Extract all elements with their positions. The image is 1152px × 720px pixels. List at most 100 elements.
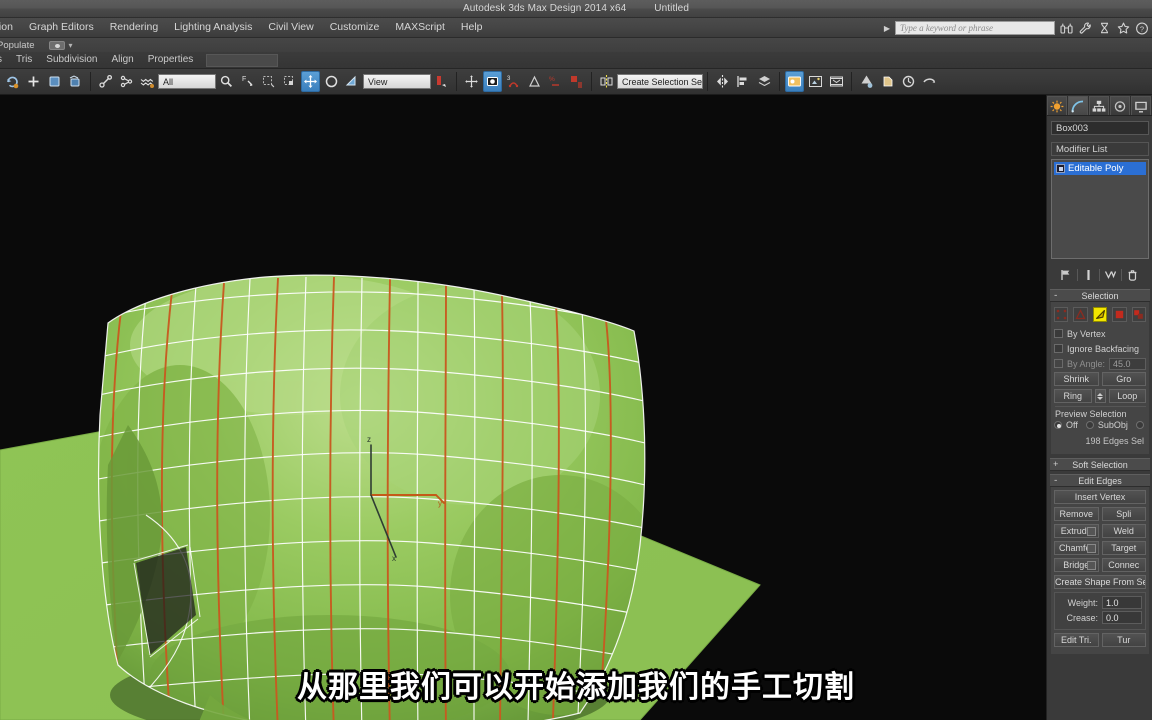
use-pivot-point-center-icon[interactable] xyxy=(432,71,451,92)
by-vertex-checkbox[interactable]: By Vertex xyxy=(1054,327,1146,340)
show-end-result-icon[interactable] xyxy=(1080,268,1097,283)
select-and-rotate-icon[interactable] xyxy=(322,71,341,92)
edge-icon[interactable] xyxy=(1073,307,1088,322)
chamfer-button[interactable]: Chamfer xyxy=(1054,541,1099,555)
create-shape-from-selection-button[interactable]: Create Shape From Sele xyxy=(1054,575,1146,589)
select-by-name-icon[interactable] xyxy=(117,71,136,92)
polygon-icon[interactable] xyxy=(1112,307,1127,322)
target-weld-button[interactable]: Target xyxy=(1101,541,1146,555)
display-tab[interactable] xyxy=(1131,96,1151,115)
weld-button[interactable]: Weld xyxy=(1101,524,1146,538)
ribbon-tab-s[interactable]: s xyxy=(0,52,9,68)
ignore-backfacing-checkbox-box[interactable] xyxy=(1054,344,1063,353)
chamfer-settings-icon[interactable] xyxy=(1086,544,1096,553)
modify-tab[interactable] xyxy=(1068,96,1088,115)
shrink-button[interactable]: Shrink xyxy=(1054,372,1099,386)
preview-multi-radio[interactable] xyxy=(1135,421,1144,429)
viewport-perspective[interactable]: z y x xyxy=(0,95,1046,720)
search-input[interactable]: Type a keyword or phrase xyxy=(895,21,1055,35)
render-active-view-icon[interactable] xyxy=(899,71,918,92)
edit-named-selection-icon[interactable] xyxy=(567,71,586,92)
connect-button[interactable]: Connec xyxy=(1101,558,1146,572)
light-bulb-icon[interactable] xyxy=(1056,164,1065,173)
split-button[interactable]: Spli xyxy=(1101,507,1146,521)
extrude-button[interactable]: Extrude xyxy=(1054,524,1099,538)
bind-to-space-warp-icon[interactable] xyxy=(66,71,85,92)
by-angle-checkbox-row[interactable]: By Angle: 45.0 xyxy=(1054,357,1146,370)
selection-rollout-toggle[interactable]: - xyxy=(1053,290,1058,302)
menu-lighting-analysis[interactable]: Lighting Analysis xyxy=(166,18,260,37)
weight-value[interactable]: 1.0 xyxy=(1102,596,1142,609)
preview-off-radio[interactable] xyxy=(1054,421,1062,429)
create-tab[interactable] xyxy=(1047,96,1067,115)
turn-button[interactable]: Tur xyxy=(1101,633,1146,647)
named-selection-set-combo[interactable]: Create Selection Se xyxy=(617,74,703,89)
remove-modifier-icon[interactable] xyxy=(1124,268,1141,283)
ribbon-tab-properties[interactable]: Properties xyxy=(141,52,201,68)
preview-subobj-radio[interactable] xyxy=(1085,421,1094,429)
edit-tri-button[interactable]: Edit Tri. xyxy=(1054,633,1099,647)
menu-rendering[interactable]: Rendering xyxy=(102,18,166,37)
menu-help[interactable]: Help xyxy=(453,18,491,37)
ribbon-tab-tris[interactable]: Tris xyxy=(9,52,39,68)
by-angle-checkbox-box[interactable] xyxy=(1054,359,1063,368)
element-icon[interactable] xyxy=(1131,307,1147,322)
select-filter-icon[interactable]: F xyxy=(238,71,257,92)
remove-button[interactable]: Remove xyxy=(1054,507,1099,521)
select-and-move-icon[interactable] xyxy=(301,71,320,92)
vertex-icon[interactable] xyxy=(1053,307,1069,322)
select-and-manipulate-icon[interactable] xyxy=(462,71,481,92)
soft-selection-rollout-toggle[interactable]: + xyxy=(1053,459,1058,471)
soft-selection-rollout-header[interactable]: + Soft Selection xyxy=(1050,458,1150,471)
ribbon-dropdown-marker[interactable]: ▾ xyxy=(69,41,73,50)
render-shortcut-icon[interactable] xyxy=(920,71,939,92)
menu-customize[interactable]: Customize xyxy=(322,18,388,37)
edit-edges-rollout-header[interactable]: - Edit Edges xyxy=(1050,474,1150,487)
crease-value[interactable]: 0.0 xyxy=(1102,611,1142,624)
loop-button[interactable]: Loop xyxy=(1108,389,1146,403)
modifier-stack[interactable]: Editable Poly xyxy=(1051,159,1149,259)
menu-animation[interactable]: tion xyxy=(0,18,21,37)
modifier-stack-item-editable-poly[interactable]: Editable Poly xyxy=(1054,162,1146,175)
ribbon-tab-subdivision[interactable]: Subdivision xyxy=(39,52,104,68)
grow-button[interactable]: Gro xyxy=(1101,372,1146,386)
star-icon[interactable] xyxy=(1115,20,1131,36)
mirror-icon[interactable] xyxy=(597,71,616,92)
ring-spinner[interactable] xyxy=(1094,389,1106,403)
select-by-name-list-icon[interactable] xyxy=(217,71,236,92)
pin-stack-icon[interactable] xyxy=(1058,268,1075,283)
rectangular-selection-region-icon[interactable] xyxy=(259,71,278,92)
bridge-settings-icon[interactable] xyxy=(1086,561,1096,570)
expand-arrow-icon[interactable]: ▶ xyxy=(882,21,892,35)
edit-edges-rollout-toggle[interactable]: - xyxy=(1053,475,1058,487)
render-production-icon[interactable] xyxy=(857,71,876,92)
make-unique-icon[interactable] xyxy=(1102,268,1119,283)
rendered-frame-window-icon[interactable] xyxy=(827,71,846,92)
align-icon[interactable] xyxy=(734,71,753,92)
select-region-icon[interactable] xyxy=(138,71,157,92)
by-vertex-checkbox-box[interactable] xyxy=(1054,329,1063,338)
select-and-link-icon[interactable] xyxy=(24,71,43,92)
select-object-icon[interactable] xyxy=(96,71,115,92)
snaps-toggle-icon[interactable] xyxy=(483,71,502,92)
object-name-field[interactable]: Box003 xyxy=(1051,121,1149,135)
menu-maxscript[interactable]: MAXScript xyxy=(387,18,453,37)
ignore-backfacing-checkbox[interactable]: Ignore Backfacing xyxy=(1054,342,1146,355)
viewport-chip-icon[interactable] xyxy=(48,40,65,50)
ribbon-empty-field[interactable] xyxy=(206,53,279,67)
material-editor-icon[interactable] xyxy=(785,71,804,92)
border-icon[interactable] xyxy=(1092,307,1108,322)
selection-filter-combo[interactable]: All xyxy=(158,74,216,89)
layer-manager-icon[interactable] xyxy=(755,71,774,92)
window-crossing-toggle-icon[interactable] xyxy=(280,71,299,92)
mirror-geometry-icon[interactable] xyxy=(713,71,732,92)
selection-rollout-header[interactable]: - Selection xyxy=(1050,289,1150,302)
binoculars-icon[interactable] xyxy=(1058,20,1074,36)
reference-coordinate-system-combo[interactable]: View xyxy=(363,74,431,89)
ribbon-tab-align[interactable]: Align xyxy=(104,52,140,68)
select-and-scale-icon[interactable] xyxy=(343,71,362,92)
spinner-snap-toggle-icon[interactable]: % xyxy=(546,71,565,92)
menu-graph-editors[interactable]: Graph Editors xyxy=(21,18,102,37)
render-iterative-icon[interactable] xyxy=(878,71,897,92)
hierarchy-tab[interactable] xyxy=(1089,96,1109,115)
